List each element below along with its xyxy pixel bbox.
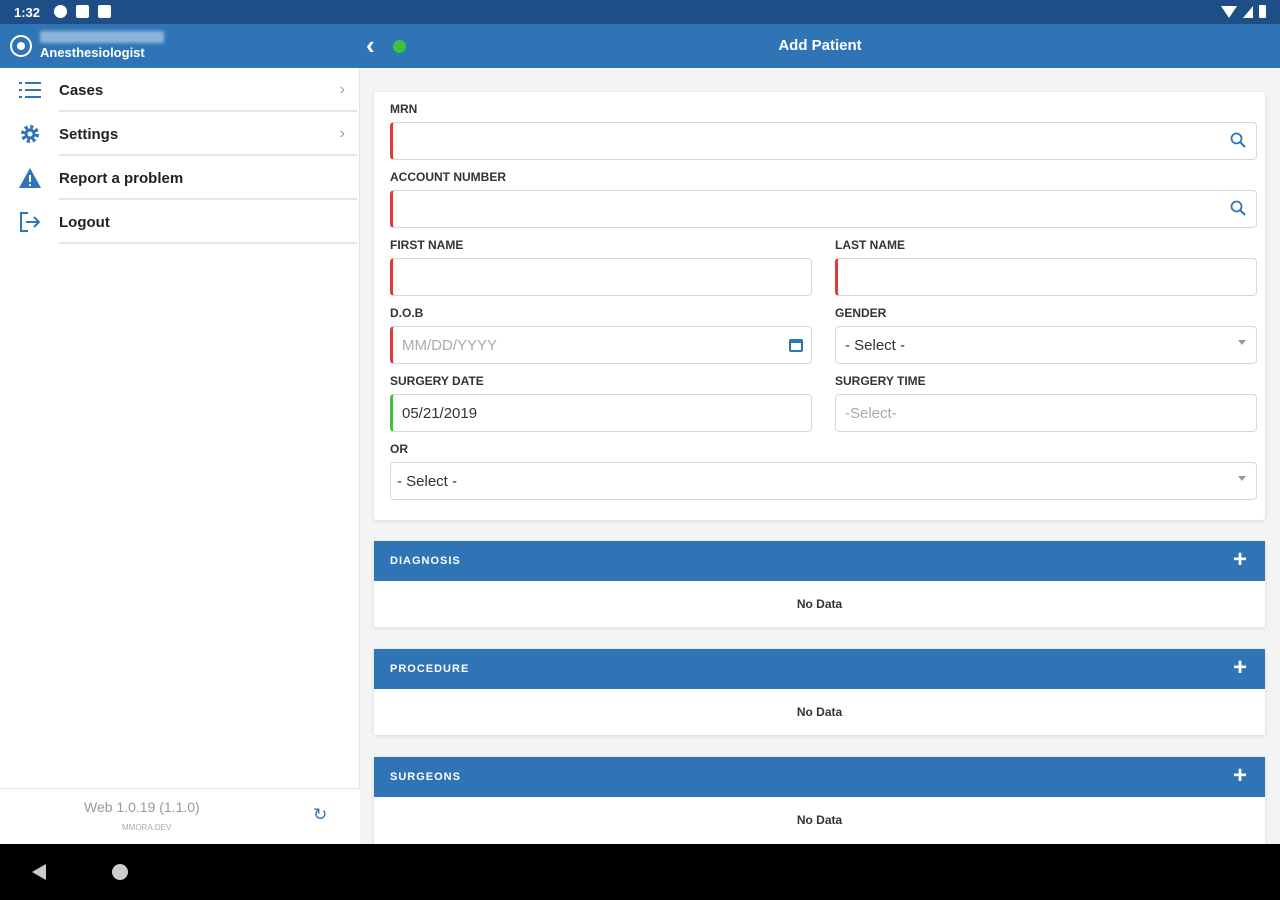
sd-card-icon (98, 5, 111, 18)
sidebar: Cases › Settings › Report a problem Logo… (0, 68, 360, 844)
chevron-right-icon: › (339, 125, 345, 142)
first-name-field[interactable] (390, 258, 812, 296)
sidebar-item-label: Cases (59, 81, 104, 99)
dob-label: D.O.B (390, 306, 424, 320)
wifi-icon (1221, 5, 1237, 18)
procedure-empty: No Data (796, 705, 843, 719)
surgeons-header: SURGEONS + (374, 757, 1265, 797)
search-icon[interactable] (1230, 200, 1246, 221)
nav-home-icon[interactable] (112, 864, 128, 880)
sidebar-footer: Web 1.0.19 (1.1.0) MMORA.DEV ↻ (0, 788, 360, 844)
add-procedure-plus-icon[interactable]: + (1233, 655, 1247, 681)
sidebar-item-label: Settings (59, 125, 119, 143)
app-notification-icon (76, 5, 89, 18)
app-version: Web 1.0.19 (1.1.0) (84, 799, 200, 815)
user-role: Anesthesiologist (40, 45, 145, 60)
surgery-time-placeholder: -Select- (845, 404, 897, 422)
status-time: 1:32 (14, 5, 41, 20)
surgery-time-select[interactable]: -Select- (835, 394, 1257, 432)
sidebar-item-cases[interactable]: Cases › (0, 68, 359, 112)
surgeons-empty: No Data (796, 813, 843, 827)
refresh-icon[interactable]: ↻ (313, 805, 327, 825)
or-selected-value: - Select - (397, 472, 458, 490)
dob-placeholder: MM/DD/YYYY (402, 336, 498, 354)
dropdown-caret-icon (1238, 476, 1246, 481)
surgery-date-value: 05/21/2019 (402, 404, 478, 422)
procedure-header: PROCEDURE + (374, 649, 1265, 689)
gear-icon (18, 123, 42, 145)
nav-back-icon[interactable] (32, 864, 46, 880)
procedure-section: PROCEDURE + No Data (374, 649, 1265, 735)
dropdown-caret-icon (1238, 340, 1246, 345)
user-avatar-icon (10, 34, 32, 57)
sidebar-item-logout[interactable]: Logout (0, 200, 359, 244)
or-label: OR (390, 442, 408, 456)
status-bar: 1:32 (0, 0, 1280, 24)
sidebar-item-report-problem[interactable]: Report a problem (0, 156, 359, 200)
account-number-label: ACCOUNT NUMBER (390, 170, 506, 184)
section-title: SURGEONS (390, 771, 461, 783)
warning-icon (18, 167, 42, 189)
surgery-time-label: SURGERY TIME (835, 374, 926, 388)
gender-select[interactable]: - Select - (835, 326, 1257, 364)
list-icon (18, 79, 42, 101)
sidebar-item-label: Report a problem (59, 169, 184, 187)
last-name-label: LAST NAME (835, 238, 905, 252)
chevron-right-icon: › (339, 81, 345, 98)
main-content: MRN ACCOUNT NUMBER FIRST NAME LAST NAME … (361, 68, 1280, 844)
server-host: MMORA.DEV (122, 823, 172, 832)
section-title: DIAGNOSIS (390, 555, 461, 567)
signal-icon (1243, 5, 1253, 18)
section-title: PROCEDURE (390, 663, 470, 675)
battery-icon (1259, 5, 1266, 18)
or-select[interactable]: - Select - (390, 462, 1257, 500)
dob-field[interactable]: MM/DD/YYYY (390, 326, 812, 364)
logout-icon (18, 211, 42, 233)
surgery-date-label: SURGERY DATE (390, 374, 484, 388)
search-icon[interactable] (1230, 132, 1246, 153)
sidebar-item-label: Logout (59, 213, 110, 231)
calendar-icon[interactable] (789, 339, 803, 352)
app-header: Anesthesiologist ‹ Add Patient (0, 24, 1280, 68)
gender-selected-value: - Select - (845, 336, 906, 354)
gender-label: GENDER (835, 306, 887, 320)
add-surgeon-plus-icon[interactable]: + (1233, 763, 1247, 789)
notification-icons (54, 5, 111, 18)
system-nav-bar (0, 844, 1280, 900)
diagnosis-section: DIAGNOSIS + No Data (374, 541, 1265, 627)
patient-form: MRN ACCOUNT NUMBER FIRST NAME LAST NAME … (374, 92, 1265, 520)
surgeons-section: SURGEONS + No Data (374, 757, 1265, 844)
surgery-date-field[interactable]: 05/21/2019 (390, 394, 812, 432)
connection-status-dot (393, 40, 406, 53)
mrn-label: MRN (390, 102, 418, 116)
diagnosis-empty: No Data (796, 597, 843, 611)
user-info[interactable]: Anesthesiologist (10, 31, 164, 60)
system-icons (1221, 5, 1266, 18)
mrn-field[interactable] (390, 122, 1257, 160)
settings-notification-icon (54, 5, 67, 18)
sidebar-item-settings[interactable]: Settings › (0, 112, 359, 156)
first-name-label: FIRST NAME (390, 238, 464, 252)
add-diagnosis-plus-icon[interactable]: + (1233, 547, 1247, 573)
account-number-field[interactable] (390, 190, 1257, 228)
user-name-redacted (40, 31, 164, 43)
back-chevron-icon[interactable]: ‹ (366, 32, 375, 58)
last-name-field[interactable] (835, 258, 1257, 296)
page-title: Add Patient (778, 37, 862, 54)
diagnosis-header: DIAGNOSIS + (374, 541, 1265, 581)
